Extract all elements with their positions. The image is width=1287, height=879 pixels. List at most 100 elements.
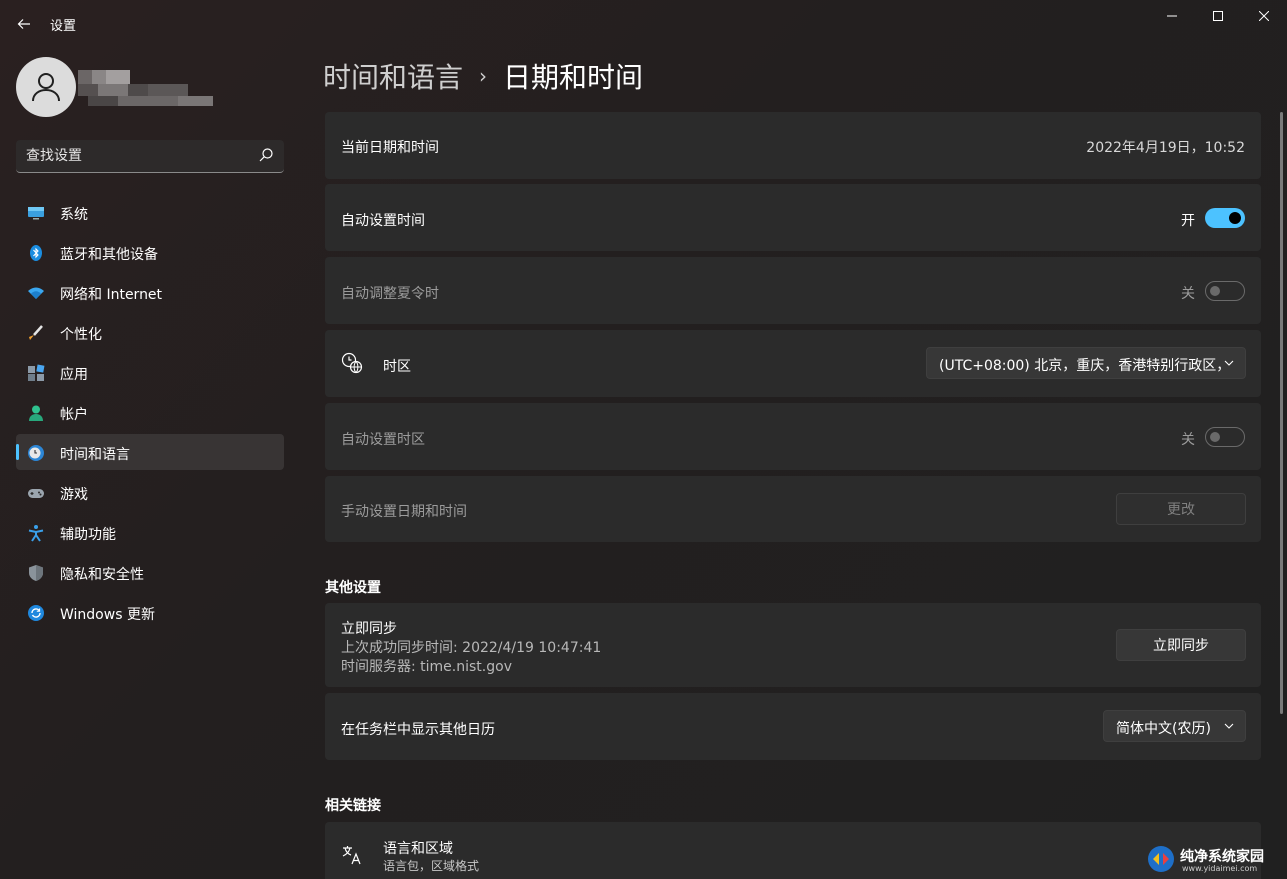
maximize-button[interactable] xyxy=(1195,0,1241,32)
clock-globe-icon xyxy=(341,352,363,374)
calendar-selected: 简体中文(农历) xyxy=(1116,721,1211,737)
title-bar: 设置 xyxy=(0,0,1287,48)
watermark-logo: 纯净系统家园 www.yidaimei.com xyxy=(1140,842,1280,876)
chevron-down-icon xyxy=(1224,723,1234,729)
calendar-dropdown[interactable]: 简体中文(农历) xyxy=(1103,710,1246,742)
page-title: 日期和时间 xyxy=(503,61,644,94)
related-links-title: 相关链接 xyxy=(325,798,381,814)
auto-timezone-toggle[interactable] xyxy=(1205,427,1245,447)
sidebar-item-label: 个性化 xyxy=(60,327,102,343)
close-button[interactable] xyxy=(1241,0,1287,32)
search-input[interactable] xyxy=(26,146,246,166)
back-button[interactable] xyxy=(8,8,40,40)
language-icon xyxy=(342,846,361,865)
sidebar-item-gaming[interactable]: 游戏 xyxy=(16,474,284,510)
sidebar-item-network[interactable]: 网络和 Internet xyxy=(16,274,284,310)
sidebar-item-label: 隐私和安全性 xyxy=(60,567,144,583)
sidebar-item-apps[interactable]: 应用 xyxy=(16,354,284,390)
auto-time-state: 开 xyxy=(1181,213,1195,229)
accessibility-icon xyxy=(28,525,44,542)
auto-dst-card: 自动调整夏令时 关 xyxy=(325,257,1261,324)
sidebar-item-label: 蓝牙和其他设备 xyxy=(60,247,158,263)
sync-now-button[interactable]: 立即同步 xyxy=(1116,629,1246,661)
timezone-selected: (UTC+08:00) 北京，重庆，香港特别行政区， xyxy=(939,358,1231,374)
timezone-card: 时区 (UTC+08:00) 北京，重庆，香港特别行政区， xyxy=(325,330,1261,397)
calendar-card: 在任务栏中显示其他日历 简体中文(农历) xyxy=(325,693,1261,760)
sync-card: 立即同步 上次成功同步时间: 2022/4/19 10:47:41 时间服务器:… xyxy=(325,603,1261,687)
search-icon[interactable] xyxy=(258,147,274,163)
sidebar-item-label: 游戏 xyxy=(60,487,88,503)
sidebar-nav: 系统 蓝牙和其他设备 网络和 Internet 个性化 应用 帐户 时间和语言 xyxy=(16,194,284,634)
change-button[interactable]: 更改 xyxy=(1116,493,1246,525)
other-settings-title: 其他设置 xyxy=(325,580,381,596)
clock-globe-icon xyxy=(28,445,44,461)
sidebar-item-system[interactable]: 系统 xyxy=(16,194,284,230)
auto-time-card: 自动设置时间 开 xyxy=(325,184,1261,251)
calendar-label: 在任务栏中显示其他日历 xyxy=(341,722,495,738)
user-icon xyxy=(32,73,60,102)
chevron-down-icon xyxy=(1224,360,1234,366)
sidebar-item-windows-update[interactable]: Windows 更新 xyxy=(16,594,284,630)
auto-time-label: 自动设置时间 xyxy=(341,213,425,229)
last-sync-text: 上次成功同步时间: 2022/4/19 10:47:41 xyxy=(341,640,602,656)
toggle-knob xyxy=(1210,432,1220,442)
current-datetime-value: 2022年4月19日，10:52 xyxy=(1086,140,1245,156)
time-server-text: 时间服务器: time.nist.gov xyxy=(341,659,512,675)
breadcrumb-parent[interactable]: 时间和语言 xyxy=(323,56,463,96)
sidebar-item-label: Windows 更新 xyxy=(60,607,155,623)
current-datetime-card: 当前日期和时间 2022年4月19日，10:52 xyxy=(325,112,1261,179)
search-box xyxy=(16,140,284,173)
gamepad-icon xyxy=(28,489,44,498)
sidebar-item-label: 帐户 xyxy=(60,407,88,423)
user-name-redacted xyxy=(78,70,213,108)
back-arrow-icon xyxy=(17,19,30,29)
watermark-icon xyxy=(1148,846,1174,872)
settings-window: 设置 系统 蓝 xyxy=(0,0,1287,879)
auto-timezone-state: 关 xyxy=(1181,432,1195,448)
monitor-icon xyxy=(28,207,44,220)
sidebar-item-label: 时间和语言 xyxy=(60,447,130,463)
app-title: 设置 xyxy=(50,19,77,34)
sidebar-item-label: 应用 xyxy=(60,367,88,383)
shield-icon xyxy=(29,565,43,581)
sidebar-item-privacy[interactable]: 隐私和安全性 xyxy=(16,554,284,590)
close-icon xyxy=(1259,11,1269,21)
auto-timezone-label: 自动设置时区 xyxy=(341,432,425,448)
minimize-button[interactable] xyxy=(1149,0,1195,32)
breadcrumb: 时间和语言 › 日期和时间 xyxy=(323,56,643,96)
bluetooth-icon xyxy=(30,245,42,261)
watermark-text: 纯净系统家园 xyxy=(1180,849,1264,865)
sidebar-item-label: 系统 xyxy=(60,207,88,223)
language-region-label: 语言和区域 xyxy=(383,841,453,857)
apps-icon xyxy=(28,364,45,381)
sidebar-item-accessibility[interactable]: 辅助功能 xyxy=(16,514,284,550)
breadcrumb-separator: › xyxy=(479,64,488,88)
scrollbar[interactable] xyxy=(1280,112,1283,714)
watermark-url: www.yidaimei.com xyxy=(1182,864,1258,873)
auto-timezone-card: 自动设置时区 关 xyxy=(325,403,1261,470)
manual-datetime-label: 手动设置日期和时间 xyxy=(341,504,467,520)
avatar[interactable] xyxy=(16,57,76,117)
current-datetime-label: 当前日期和时间 xyxy=(341,140,439,156)
sync-label: 立即同步 xyxy=(341,621,397,637)
manual-datetime-card: 手动设置日期和时间 更改 xyxy=(325,476,1261,542)
wifi-icon xyxy=(28,287,44,299)
maximize-icon xyxy=(1213,11,1223,21)
auto-dst-label: 自动调整夏令时 xyxy=(341,286,439,302)
sidebar-item-accounts[interactable]: 帐户 xyxy=(16,394,284,430)
auto-time-toggle[interactable] xyxy=(1205,208,1245,228)
language-region-sub: 语言包，区域格式 xyxy=(383,859,480,873)
timezone-label: 时区 xyxy=(383,359,411,375)
update-icon xyxy=(28,605,44,621)
sidebar-item-time-language[interactable]: 时间和语言 xyxy=(16,434,284,470)
auto-dst-state: 关 xyxy=(1181,286,1195,302)
sidebar-item-label: 辅助功能 xyxy=(60,527,116,543)
sidebar-item-label: 网络和 Internet xyxy=(60,287,163,303)
person-icon xyxy=(29,405,43,421)
sidebar-item-personalization[interactable]: 个性化 xyxy=(16,314,284,350)
auto-dst-toggle[interactable] xyxy=(1205,281,1245,301)
toggle-knob xyxy=(1210,286,1220,296)
language-region-link[interactable]: 语言和区域 语言包，区域格式 xyxy=(325,822,1261,879)
sidebar-item-bluetooth[interactable]: 蓝牙和其他设备 xyxy=(16,234,284,270)
timezone-dropdown[interactable]: (UTC+08:00) 北京，重庆，香港特别行政区， xyxy=(926,347,1246,379)
